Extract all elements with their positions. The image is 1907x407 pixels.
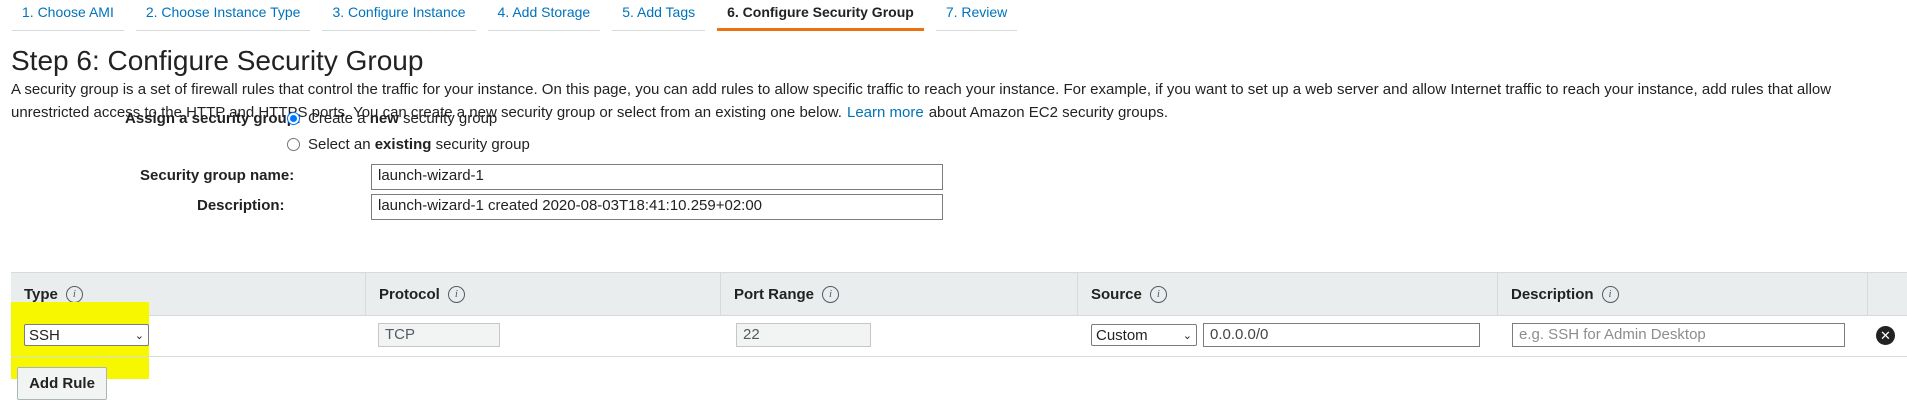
tab-choose-ami[interactable]: 1. Choose AMI: [12, 0, 124, 31]
column-port-range: Port Range i: [720, 273, 1077, 315]
radio-create-new-suffix: security group: [398, 110, 498, 127]
rule-source-mode: Custom: [1096, 326, 1148, 344]
radio-select-existing-emphasis: existing: [374, 136, 432, 153]
column-type-label: Type: [24, 285, 58, 303]
column-source-label: Source: [1091, 285, 1142, 303]
column-remove: [1867, 273, 1907, 315]
table-row: SSH ⌄ TCP 22 Custom ⌄ 0.0.0.0/0 e.g. SSH…: [11, 317, 1907, 357]
column-description-label: Description: [1511, 285, 1594, 303]
chevron-down-icon: ⌄: [1182, 329, 1192, 342]
rule-type-value: SSH: [29, 326, 60, 344]
column-protocol: Protocol i: [365, 273, 720, 315]
rule-description-input[interactable]: e.g. SSH for Admin Desktop: [1512, 323, 1845, 347]
group-description-input[interactable]: launch-wizard-1 created 2020-08-03T18:41…: [371, 194, 943, 220]
info-icon[interactable]: i: [822, 285, 840, 303]
info-icon[interactable]: i: [1149, 285, 1167, 303]
info-icon[interactable]: i: [447, 285, 465, 303]
column-source: Source i: [1077, 273, 1497, 315]
tab-review[interactable]: 7. Review: [935, 0, 1018, 31]
rule-type-select[interactable]: SSH ⌄: [24, 324, 149, 346]
intro-suffix: about Amazon EC2 security groups.: [928, 104, 1168, 121]
rule-source-cidr-input[interactable]: 0.0.0.0/0: [1203, 323, 1480, 347]
rule-protocol-field: TCP: [378, 323, 500, 347]
column-protocol-label: Protocol: [379, 285, 440, 303]
group-name-label: Security group name:: [140, 167, 295, 184]
tab-choose-instance-type[interactable]: 2. Choose Instance Type: [135, 0, 311, 31]
add-rule-button[interactable]: Add Rule: [17, 367, 107, 400]
radio-create-new-button[interactable]: [287, 112, 300, 125]
page-title: Step 6: Configure Security Group: [11, 45, 424, 76]
remove-rule-icon[interactable]: ✕: [1876, 326, 1895, 345]
radio-create-new-emphasis: new: [369, 110, 399, 127]
tab-configure-instance[interactable]: 3. Configure Instance: [322, 0, 476, 31]
radio-select-existing-prefix: Select an: [308, 136, 375, 153]
assign-group-label: Assign a security group:: [125, 110, 301, 127]
chevron-down-icon: ⌄: [134, 329, 144, 342]
column-description: Description i: [1497, 273, 1867, 315]
tab-configure-security-group[interactable]: 6. Configure Security Group: [717, 0, 924, 31]
rule-source-select[interactable]: Custom ⌄: [1091, 324, 1197, 346]
rules-table-header: Type i Protocol i Port Range i Source i …: [11, 272, 1907, 316]
rule-port-range-field: 22: [736, 323, 871, 347]
column-port-range-label: Port Range: [734, 285, 815, 303]
group-name-input[interactable]: launch-wizard-1: [371, 164, 943, 190]
tab-add-storage[interactable]: 4. Add Storage: [487, 0, 601, 31]
radio-create-new[interactable]: Create a new security group: [287, 110, 497, 127]
radio-select-existing-suffix: security group: [431, 136, 530, 153]
learn-more-link[interactable]: Learn more: [847, 104, 924, 121]
description-label: Description:: [197, 197, 285, 214]
info-icon[interactable]: i: [65, 285, 83, 303]
radio-create-new-prefix: Create a: [308, 110, 370, 127]
radio-select-existing[interactable]: Select an existing security group: [287, 136, 530, 153]
info-icon[interactable]: i: [1601, 285, 1619, 303]
tab-add-tags[interactable]: 5. Add Tags: [612, 0, 706, 31]
wizard-tabs: 1. Choose AMI 2. Choose Instance Type 3.…: [12, 0, 1029, 31]
radio-select-existing-button[interactable]: [287, 138, 300, 151]
